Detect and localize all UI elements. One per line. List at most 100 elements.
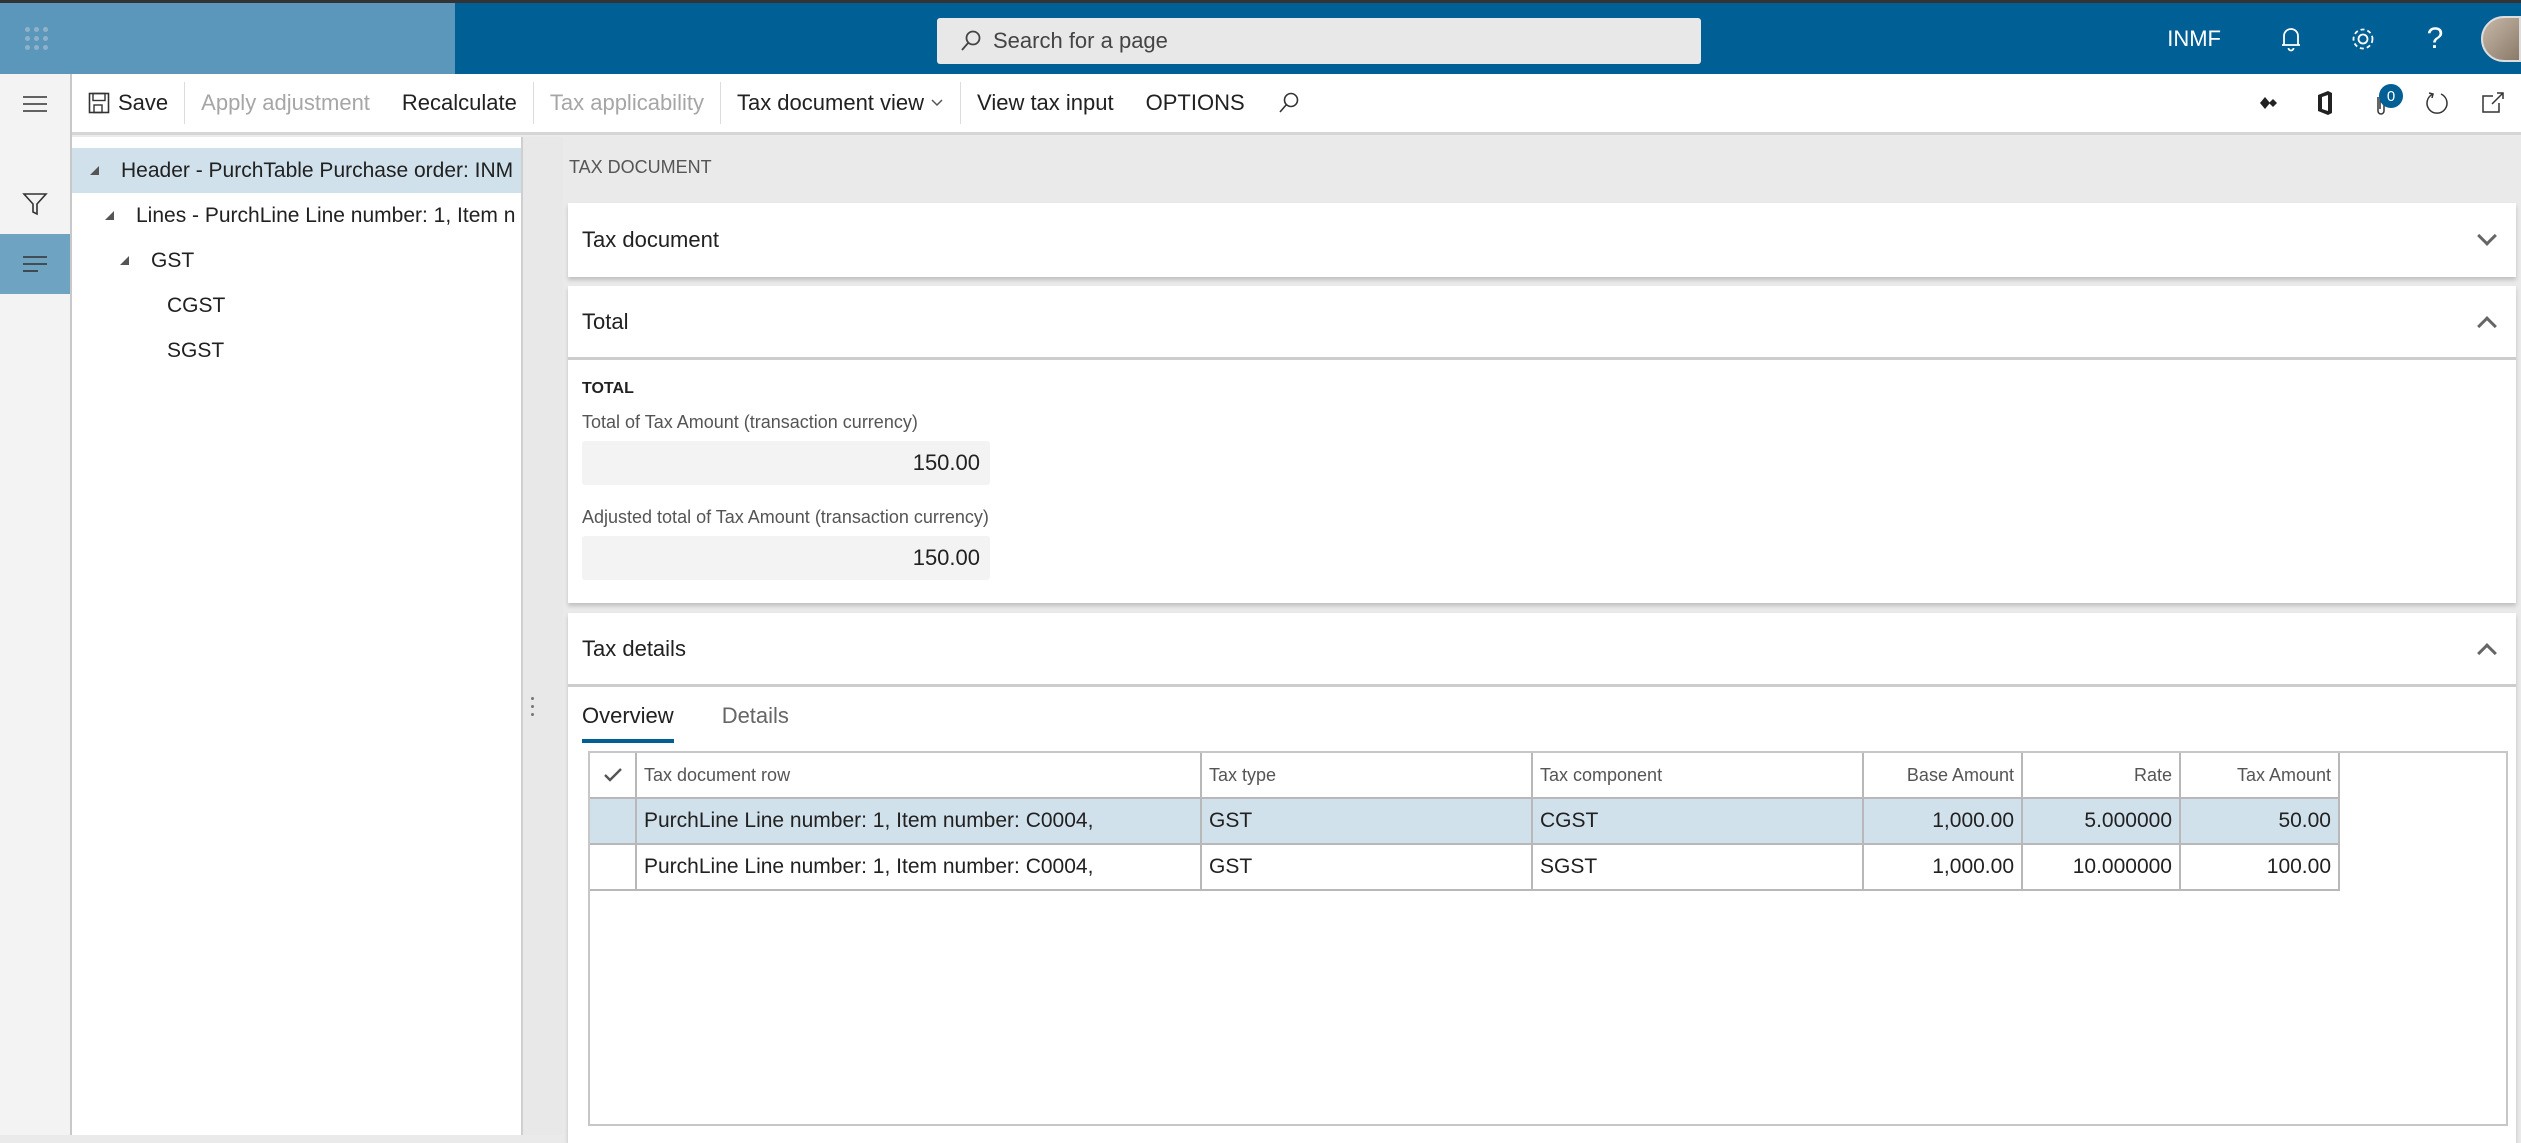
tax-details-header[interactable]: Tax details: [568, 613, 2516, 687]
section-title: Total: [582, 308, 629, 334]
tax-document-fasttab: Tax document: [568, 203, 2516, 277]
grid-header-row: Tax document row Tax type Tax component …: [590, 753, 2340, 799]
expand-caret-icon[interactable]: [90, 166, 99, 175]
tree-node[interactable]: Header - PurchTable Purchase order: INM: [72, 148, 521, 193]
settings-button[interactable]: [2327, 3, 2399, 74]
search-input[interactable]: Search for a page: [937, 18, 1701, 64]
total-fasttab: Total TOTAL Total of Tax Amount (transac…: [568, 286, 2516, 603]
power-apps-button[interactable]: [2241, 74, 2297, 132]
tree-node-label: Header - PurchTable Purchase order: INM: [121, 158, 514, 182]
tree-node[interactable]: GST: [72, 238, 521, 283]
refresh-button[interactable]: [2409, 74, 2465, 132]
filter-icon: [22, 193, 48, 216]
office-icon: [2318, 91, 2332, 115]
table-row[interactable]: PurchLine Line number: 1, Item number: C…: [590, 799, 2340, 845]
chevron-down-icon: [931, 99, 943, 107]
open-in-new-window-button[interactable]: [2465, 74, 2521, 132]
attachments-button[interactable]: 0: [2353, 74, 2409, 132]
total-group-label: TOTAL: [582, 380, 634, 397]
adjusted-total-tax-amount-field: Adjusted total of Tax Amount (transactio…: [582, 507, 2516, 580]
cell-rate: 5.000000: [2023, 799, 2181, 843]
tax-document-header[interactable]: Tax document: [568, 203, 2516, 277]
tax-document-view-dropdown[interactable]: Tax document view: [721, 74, 960, 132]
cell-tax-amount: 100.00: [2181, 845, 2340, 889]
office-button[interactable]: [2297, 74, 2353, 132]
tax-details-fasttab: Tax details Overview Details Tax documen…: [568, 613, 2516, 1143]
navigation-rail: [0, 74, 72, 1135]
tree-node-label: CGST: [167, 293, 226, 317]
cell-tax-amount: 50.00: [2181, 799, 2340, 843]
column-header-base-amount[interactable]: Base Amount: [1864, 753, 2023, 797]
field-label: Total of Tax Amount (transaction currenc…: [582, 412, 918, 432]
column-header-tax-amount[interactable]: Tax Amount: [2181, 753, 2340, 797]
field-label: Adjusted total of Tax Amount (transactio…: [582, 507, 989, 527]
column-header-tax-component[interactable]: Tax component: [1533, 753, 1864, 797]
company-picker[interactable]: INMF: [2167, 26, 2221, 52]
total-tax-amount-value[interactable]: 150.00: [582, 441, 990, 485]
cell-tax-document-row: PurchLine Line number: 1, Item number: C…: [637, 799, 1202, 843]
cell-base-amount: 1,000.00: [1864, 845, 2023, 889]
column-header-tax-type[interactable]: Tax type: [1202, 753, 1533, 797]
chevron-up-icon[interactable]: [2477, 315, 2497, 336]
column-header-rate[interactable]: Rate: [2023, 753, 2181, 797]
expand-caret-icon[interactable]: [105, 211, 114, 220]
tree-node-label: Lines - PurchLine Line number: 1, Item n: [136, 203, 516, 227]
tax-document-content: TAX DOCUMENT Tax document Total TOTAL To…: [563, 137, 2521, 1143]
tax-details-grid: Tax document row Tax type Tax component …: [588, 751, 2508, 1126]
total-header[interactable]: Total: [568, 286, 2516, 360]
save-icon: [88, 92, 110, 114]
bell-icon: [2282, 27, 2300, 51]
tab-overview[interactable]: Overview: [582, 703, 674, 743]
avatar[interactable]: [2481, 15, 2521, 62]
row-select-checkbox[interactable]: [590, 845, 637, 889]
header-brand-area: [0, 3, 455, 74]
column-header-tax-document-row[interactable]: Tax document row: [637, 753, 1202, 797]
tax-applicability-button[interactable]: Tax applicability: [534, 74, 720, 132]
gear-icon: [2352, 28, 2374, 49]
row-select-checkbox[interactable]: [590, 799, 637, 843]
hamburger-icon: [23, 96, 47, 112]
checkmark-icon: [603, 768, 622, 782]
diamond-icon: [2260, 97, 2277, 109]
app-header: Search for a page INMF ?: [0, 0, 2521, 74]
drag-handle-icon[interactable]: [531, 697, 534, 716]
apply-adjustment-button[interactable]: Apply adjustment: [185, 74, 386, 132]
section-title: Tax document: [582, 227, 719, 252]
filter-button[interactable]: [0, 174, 70, 234]
header-actions: INMF ?: [2167, 3, 2521, 74]
tax-details-tabs: Overview Details: [582, 703, 789, 743]
chevron-down-icon[interactable]: [2477, 226, 2497, 246]
table-row[interactable]: PurchLine Line number: 1, Item number: C…: [590, 845, 2340, 891]
panel-splitter[interactable]: [523, 137, 563, 1135]
app-launcher-button[interactable]: [0, 3, 72, 74]
list-view-button[interactable]: [0, 234, 70, 294]
view-tax-input-button[interactable]: View tax input: [961, 74, 1130, 132]
page-caption: TAX DOCUMENT: [569, 157, 712, 177]
adjusted-total-tax-amount-value[interactable]: 150.00: [582, 536, 990, 580]
notifications-button[interactable]: [2255, 3, 2327, 74]
help-button[interactable]: ?: [2399, 3, 2471, 74]
total-tax-amount-field: Total of Tax Amount (transaction currenc…: [582, 412, 2516, 485]
tax-document-view-label: Tax document view: [736, 90, 925, 115]
expand-caret-icon[interactable]: [120, 256, 129, 265]
nav-menu-button[interactable]: [0, 74, 70, 134]
recalculate-button[interactable]: Recalculate: [386, 74, 533, 132]
tree-node[interactable]: Lines - PurchLine Line number: 1, Item n: [72, 193, 521, 238]
save-label: Save: [118, 90, 169, 115]
cell-tax-type: GST: [1202, 845, 1533, 889]
cell-tax-document-row: PurchLine Line number: 1, Item number: C…: [637, 845, 1202, 889]
select-all-checkbox[interactable]: [590, 753, 637, 797]
action-pane: Save Apply adjustment Recalculate Tax ap…: [72, 74, 2521, 135]
tree-node[interactable]: CGST: [72, 283, 521, 328]
chevron-up-icon[interactable]: [2477, 642, 2497, 663]
action-search-button[interactable]: [1261, 74, 1317, 132]
list-icon: [23, 256, 47, 272]
tab-details[interactable]: Details: [722, 703, 789, 743]
tree-node[interactable]: SGST: [72, 328, 521, 373]
refresh-icon: [2426, 92, 2448, 114]
save-button[interactable]: Save: [72, 74, 184, 132]
options-tab[interactable]: OPTIONS: [1130, 74, 1261, 132]
tree-node-label: GST: [151, 248, 195, 272]
search-icon: [961, 30, 981, 51]
cell-tax-component: SGST: [1533, 845, 1864, 889]
